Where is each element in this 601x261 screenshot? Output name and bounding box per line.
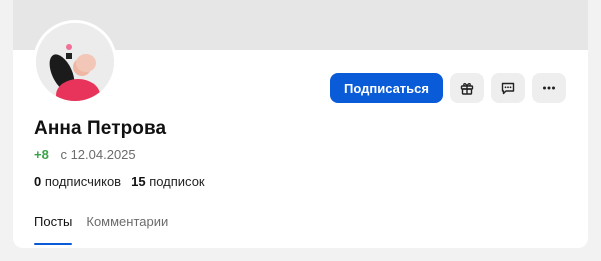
more-icon (543, 86, 555, 90)
message-icon (501, 82, 515, 95)
profile-actions: Подписаться (329, 73, 566, 103)
avatar-photo (36, 23, 114, 101)
tab-comments[interactable]: Комментарии (86, 214, 168, 245)
profile-stats: 0 подписчиков 15 подписок (34, 174, 205, 189)
profile-card: Подписаться Анна Петрова +8 с 12.04.2025… (13, 0, 588, 248)
gift-icon (460, 83, 474, 95)
followers-stat[interactable]: 0 подписчиков (34, 174, 121, 189)
gift-button[interactable] (450, 73, 484, 103)
message-button[interactable] (491, 73, 525, 103)
followers-count: 0 (34, 174, 42, 189)
member-since: с 12.04.2025 (60, 147, 136, 162)
avatar[interactable] (33, 20, 117, 104)
profile-meta: +8 с 12.04.2025 (34, 147, 136, 162)
followers-label: подписчиков (44, 174, 122, 189)
profile-name: Анна Петрова (34, 118, 167, 139)
following-stat[interactable]: 15 подписок (131, 174, 205, 189)
tab-posts[interactable]: Посты (34, 214, 73, 245)
subscribe-button[interactable]: Подписаться (329, 73, 443, 103)
more-button[interactable] (532, 73, 566, 103)
following-label: подписок (149, 174, 205, 189)
rating-badge[interactable]: +8 (34, 147, 49, 162)
profile-tabs: Посты Комментарии (34, 214, 168, 245)
following-count: 15 (131, 174, 146, 189)
